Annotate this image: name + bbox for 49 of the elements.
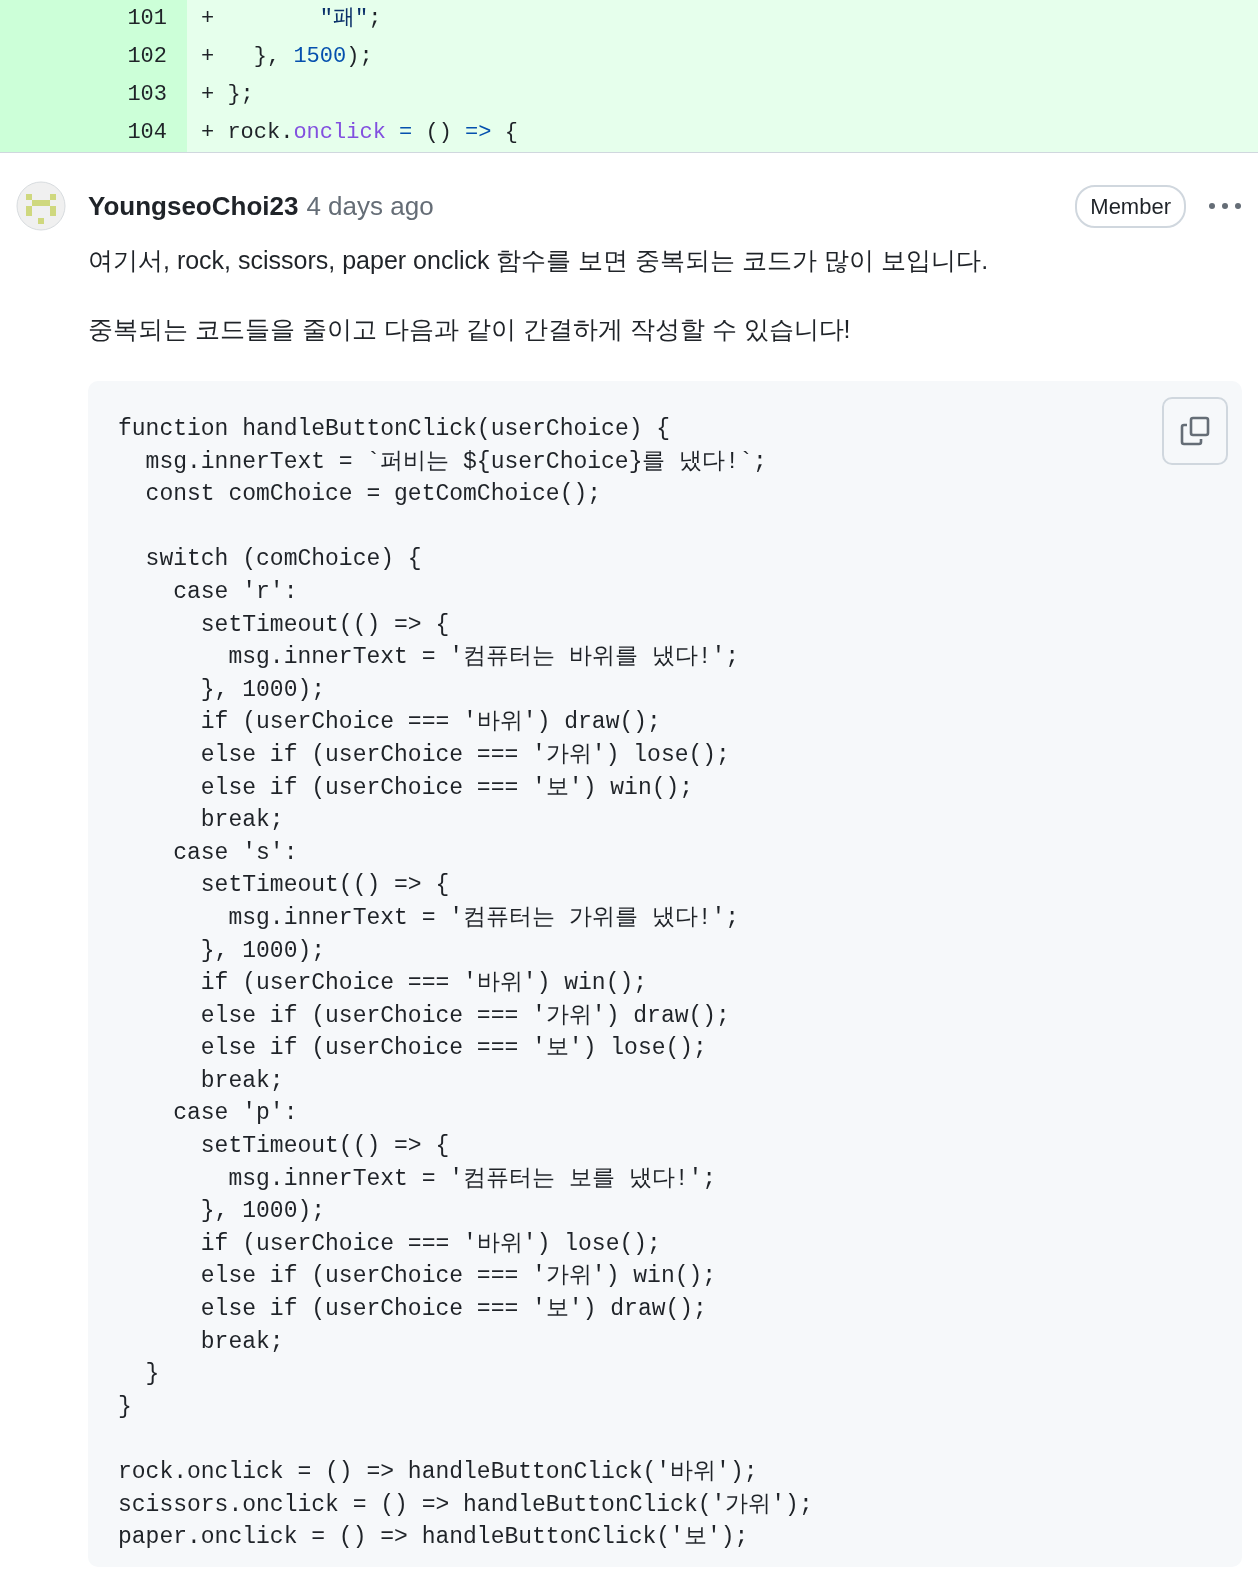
line-number: 101 xyxy=(127,6,167,31)
code-line: else if (userChoice === '가위') draw(); xyxy=(199,1001,730,1031)
code-line: + }; xyxy=(201,82,254,107)
code-line: msg.innerText = `퍼비는 ${userChoice}를 냈다!`; xyxy=(144,447,767,477)
code-line: }, 1000); xyxy=(199,936,326,966)
more-options-icon[interactable] xyxy=(1208,201,1242,211)
code-line: else if (userChoice === '보') draw(); xyxy=(199,1295,707,1325)
comment-time[interactable]: 4 days ago xyxy=(306,186,434,226)
code-line: if (userChoice === '바위') win(); xyxy=(199,969,648,999)
code-line: setTimeout(() => { xyxy=(199,871,450,901)
code-line: break; xyxy=(199,806,284,836)
code-line: + rock.onclick = () => { xyxy=(201,120,518,145)
code-line: switch (comChoice) { xyxy=(144,545,422,575)
code-line: else if (userChoice === '가위') win(); xyxy=(199,1262,717,1292)
code-line: }, 1000); xyxy=(199,675,326,705)
code-line: function handleButtonClick(userChoice) { xyxy=(118,415,671,444)
comment-text: 여기서, rock, scissors, paper onclick 함수를 보면 중복되는 코드가 많이 보입니다. xyxy=(88,245,990,276)
code-line: case 'p': xyxy=(172,1099,298,1129)
code-line: rock.onclick = () => handleButtonClick('바위'); xyxy=(118,1458,758,1487)
code-line: + }, 1500); xyxy=(201,44,373,69)
code-line: msg.innerText = '컴퓨터는 바위를 냈다!'; xyxy=(227,643,740,673)
code-line: if (userChoice === '바위') lose(); xyxy=(199,1229,661,1259)
line-number: 104 xyxy=(127,120,167,145)
code-line: msg.innerText = '컴퓨터는 가위를 냈다!'; xyxy=(227,903,740,933)
comment-text: 중복되는 코드들을 줄이고 다음과 같이 간결하게 작성할 수 있습니다! xyxy=(88,314,852,345)
code-line: const comChoice = getComChoice(); xyxy=(144,480,602,510)
code-line: case 's': xyxy=(172,838,298,868)
code-line: msg.innerText = '컴퓨터는 보를 냈다!'; xyxy=(227,1164,717,1194)
code-line: } xyxy=(118,1392,132,1422)
code-line: case 'r': xyxy=(172,577,298,607)
code-line: + "패"; xyxy=(201,6,382,31)
code-line: else if (userChoice === '보') lose(); xyxy=(199,1034,707,1064)
line-number: 103 xyxy=(127,82,167,107)
code-line: else if (userChoice === '보') win(); xyxy=(199,773,694,803)
code-line: break; xyxy=(199,1066,284,1096)
code-line: break; xyxy=(199,1327,284,1357)
code-line: } xyxy=(144,1360,160,1390)
code-line: if (userChoice === '바위') draw(); xyxy=(199,708,661,738)
author-name[interactable]: YoungseoChoi23 xyxy=(88,186,299,226)
code-line: setTimeout(() => { xyxy=(199,1132,450,1162)
line-number: 102 xyxy=(127,44,167,69)
code-line: scissors.onclick = () => handleButtonClick('가위'); xyxy=(118,1490,813,1520)
role-badge: Member xyxy=(1075,184,1186,228)
code-line: else if (userChoice === '가위') lose(); xyxy=(199,740,730,770)
code-line: }, 1000); xyxy=(199,1197,326,1227)
code-line: setTimeout(() => { xyxy=(199,610,450,640)
copy-icon xyxy=(1179,415,1211,447)
copy-button[interactable] xyxy=(1162,397,1228,465)
code-line: paper.onclick = () => handleButtonClick('보'); xyxy=(118,1523,749,1553)
